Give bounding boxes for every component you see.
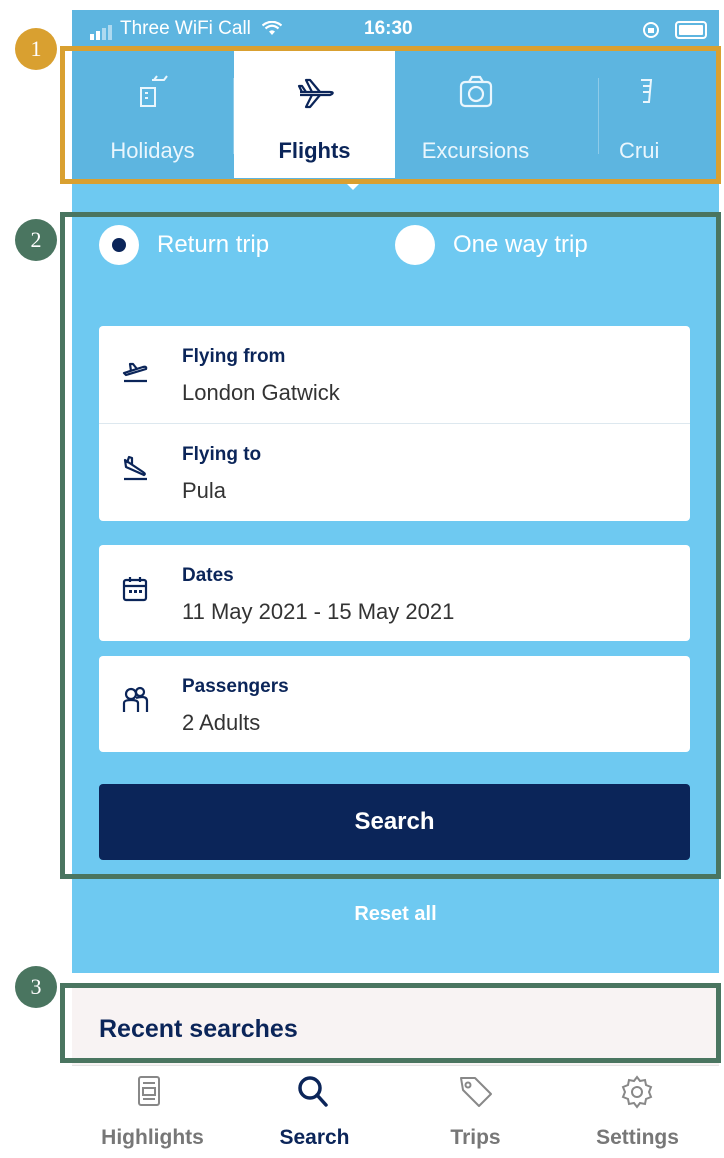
reset-all-link[interactable]: Reset all	[72, 903, 719, 926]
annotation-box-2	[60, 212, 721, 879]
orientation-lock-icon	[642, 21, 659, 38]
highlights-icon	[138, 1076, 160, 1106]
status-bar: Three WiFi Call 16:30	[72, 10, 719, 50]
nav-settings-label: Settings	[596, 1126, 679, 1149]
annotation-badge-3: 3	[15, 966, 57, 1008]
nav-trips-label: Trips	[450, 1126, 501, 1149]
annotation-box-3	[60, 983, 721, 1063]
search-icon	[298, 1076, 328, 1107]
annotation-badge-2: 2	[15, 219, 57, 261]
nav-trips[interactable]: Trips	[395, 1066, 556, 1158]
nav-highlights-label: Highlights	[101, 1126, 204, 1149]
bottom-navigation: Highlights Search Trips Settings	[72, 1065, 719, 1158]
clock: 16:30	[364, 18, 413, 39]
status-right	[642, 19, 707, 41]
battery-icon	[675, 20, 707, 39]
nav-search[interactable]: Search	[234, 1066, 395, 1158]
tag-icon	[460, 1077, 492, 1107]
carrier-name: Three WiFi Call	[120, 18, 251, 40]
nav-settings[interactable]: Settings	[557, 1066, 718, 1158]
nav-highlights[interactable]: Highlights	[72, 1066, 233, 1158]
annotation-box-1	[60, 46, 721, 184]
annotation-badge-1: 1	[15, 28, 57, 70]
signal-icon	[90, 18, 114, 40]
carrier-info: Three WiFi Call	[90, 18, 283, 40]
wifi-icon	[262, 20, 283, 35]
gear-icon	[621, 1075, 653, 1109]
nav-search-label: Search	[279, 1126, 350, 1149]
